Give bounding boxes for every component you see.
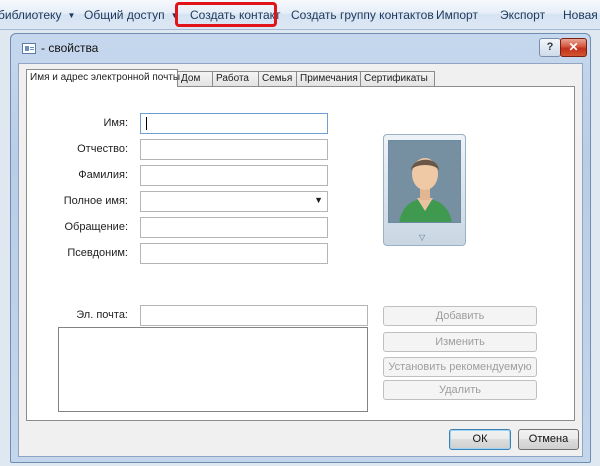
chevron-down-icon: ▼	[67, 11, 76, 20]
new-menu-label: Новая п	[563, 8, 600, 22]
last-name-field[interactable]	[140, 165, 328, 186]
tab-certificates[interactable]: Сертификаты	[360, 71, 435, 86]
import-button[interactable]: Импорт	[436, 7, 478, 23]
first-name-field[interactable]	[140, 113, 328, 134]
middle-name-label: Отчество:	[77, 143, 128, 155]
title-label: Обращение:	[64, 221, 128, 233]
email-list[interactable]	[58, 327, 368, 412]
toolbar-library-menu[interactable]: библиотеку ▼	[0, 7, 75, 23]
tab-home[interactable]: Дом	[177, 71, 213, 86]
import-label: Импорт	[436, 8, 478, 22]
close-icon: ✕	[568, 40, 579, 54]
first-name-label: Имя:	[103, 117, 128, 129]
contact-card-icon	[22, 43, 36, 54]
export-button[interactable]: Экспорт	[500, 7, 545, 23]
text-caret	[146, 117, 147, 130]
cancel-button[interactable]: Отмена	[518, 429, 579, 450]
email-field[interactable]	[140, 305, 368, 326]
new-contact-group-label: Создать группу контактов	[291, 8, 434, 22]
add-email-button[interactable]: Добавить	[383, 306, 537, 326]
export-label: Экспорт	[500, 8, 546, 22]
contact-photo-placeholder-icon	[388, 140, 461, 223]
last-name-label: Фамилия:	[78, 169, 128, 181]
highlight-frame	[175, 2, 277, 27]
dialog-title: - свойства	[41, 41, 99, 55]
command-bar: библиотеку ▼ Общий доступ ▼ Создать контак…	[0, 0, 600, 30]
set-preferred-button[interactable]: Установить рекомендуемую	[383, 357, 537, 377]
title-field[interactable]	[140, 217, 328, 238]
tab-name-email[interactable]: Имя и адрес электронной почты	[26, 69, 180, 87]
photo-dropdown-icon[interactable]: ▽	[419, 233, 425, 242]
close-button[interactable]: ✕	[560, 38, 587, 57]
tab-page: Имя: Отчество: Фамилия: Полное имя: ▼ Об…	[26, 86, 575, 421]
edit-email-button[interactable]: Изменить	[383, 332, 537, 352]
toolbar-library-label: библиотеку	[0, 8, 62, 22]
dropdown-arrow-icon: ▼	[314, 195, 323, 205]
ok-button[interactable]: ОК	[449, 429, 511, 450]
new-contact-group-button[interactable]: Создать группу контактов	[291, 7, 434, 23]
full-name-dropdown[interactable]: ▼	[140, 191, 328, 212]
tab-family[interactable]: Семья	[258, 71, 297, 86]
title-bar[interactable]: - свойства ? ✕	[11, 34, 590, 62]
middle-name-field[interactable]	[140, 139, 328, 160]
toolbar-share-menu[interactable]: Общий доступ ▼	[84, 7, 179, 23]
nickname-label: Псевдоним:	[67, 247, 128, 259]
toolbar-share-label: Общий доступ	[84, 8, 165, 22]
new-menu-button[interactable]: Новая п	[563, 7, 600, 23]
remove-email-button[interactable]: Удалить	[383, 380, 537, 400]
tab-work[interactable]: Работа	[212, 71, 259, 86]
email-label: Эл. почта:	[76, 309, 128, 321]
tab-notes[interactable]: Примечания	[296, 71, 361, 86]
contact-photo[interactable]: ▽	[383, 134, 466, 246]
help-button[interactable]: ?	[539, 38, 561, 57]
nickname-field[interactable]	[140, 243, 328, 264]
dialog-client: Имя и адрес электронной почты Дом Работа…	[18, 63, 583, 457]
contact-properties-dialog: - свойства ? ✕ Имя и адрес электронной п…	[10, 33, 591, 463]
full-name-label: Полное имя:	[63, 195, 128, 207]
